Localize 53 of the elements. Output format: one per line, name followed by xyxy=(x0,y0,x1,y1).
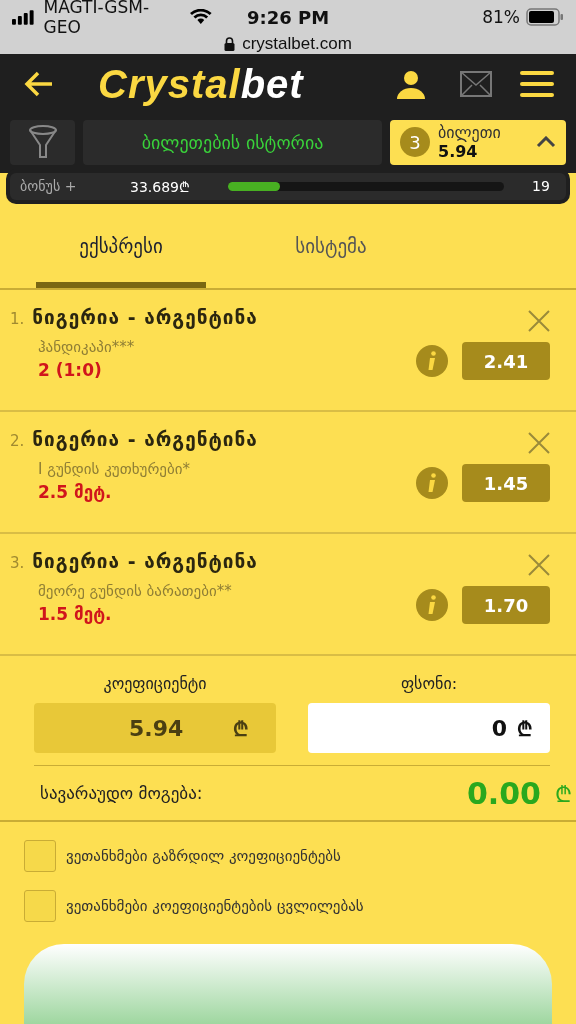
bet-pick: 1.5 მეტ. xyxy=(38,604,113,624)
bet-pick: 2.5 მეტ. xyxy=(38,482,113,502)
bet-number: 2. xyxy=(10,432,25,450)
close-icon[interactable] xyxy=(528,554,550,576)
battery-icon xyxy=(526,8,564,26)
filter-button[interactable] xyxy=(10,119,75,165)
checkbox[interactable] xyxy=(24,840,56,872)
ticket-count: 3 xyxy=(400,127,430,158)
bonus-amount: 33.689₾ xyxy=(130,177,191,196)
menu-icon[interactable] xyxy=(520,70,554,99)
match-name: ნიგერია - არგენტინა xyxy=(32,428,258,450)
bonus-label: ბონუს + xyxy=(20,178,78,195)
back-arrow-icon[interactable] xyxy=(24,71,54,98)
info-icon[interactable] xyxy=(416,467,448,499)
url-text[interactable]: crystalbet.com xyxy=(242,34,352,54)
match-name: ნიგერია - არგენტინა xyxy=(32,306,258,328)
odds-label: კოეფიციენტი xyxy=(103,674,207,693)
tab[interactable]: სისტემა xyxy=(246,204,416,288)
tab[interactable]: ექსპრესი xyxy=(36,204,206,288)
checkbox-label[interactable]: ვეთანხმები გაზრდილ კოეფიციენტებს xyxy=(66,847,341,865)
funnel-icon xyxy=(27,125,58,160)
bet-number: 3. xyxy=(10,554,25,572)
bet-pick: 2 (1:0) xyxy=(38,360,103,380)
ticket-label: ბილეთი xyxy=(438,123,501,143)
history-button[interactable]: ბილეთების ისტორია xyxy=(83,119,382,165)
checkbox-label[interactable]: ვეთანხმები კოეფიციენტების ცვლილებას xyxy=(66,897,364,915)
market-name: ჰანდიკაპი*** xyxy=(38,338,136,356)
bet-number: 1. xyxy=(10,310,25,328)
checkbox[interactable] xyxy=(24,890,56,922)
ticket-odds: 5.94 xyxy=(438,142,478,162)
match-name: ნიგერია - არგენტინა xyxy=(32,550,258,572)
profit-value: 0.00 xyxy=(466,775,541,811)
info-icon[interactable] xyxy=(416,345,448,377)
stake-label: ფსონი: xyxy=(400,674,458,693)
stake-input[interactable]: 0 ₾ xyxy=(308,703,550,753)
market-name: I გუნდის კუთხურები* xyxy=(38,460,191,478)
profit-label: სავარაუდო მოგება: xyxy=(40,783,204,803)
carrier: MAGTI-GSM-GEO xyxy=(43,0,151,37)
close-icon[interactable] xyxy=(528,310,550,332)
mail-icon[interactable] xyxy=(460,71,492,98)
user-icon[interactable] xyxy=(396,69,426,100)
wifi-icon xyxy=(190,9,212,25)
lock-icon xyxy=(224,37,236,51)
ticket-button[interactable]: 3 ბილეთი 5.94 xyxy=(390,119,566,165)
battery-percent: 81% xyxy=(482,7,520,27)
total-odds-field: 5.94 ₾ xyxy=(34,703,276,753)
info-icon[interactable] xyxy=(416,589,448,621)
market-name: მეორე გუნდის ბარათები** xyxy=(38,582,233,600)
currency-sign: ₾ xyxy=(555,781,572,808)
bonus-count: 19 xyxy=(531,178,551,195)
place-bet-button[interactable] xyxy=(24,944,552,1024)
clock: 9:26 PM xyxy=(246,6,330,28)
close-icon[interactable] xyxy=(528,432,550,454)
